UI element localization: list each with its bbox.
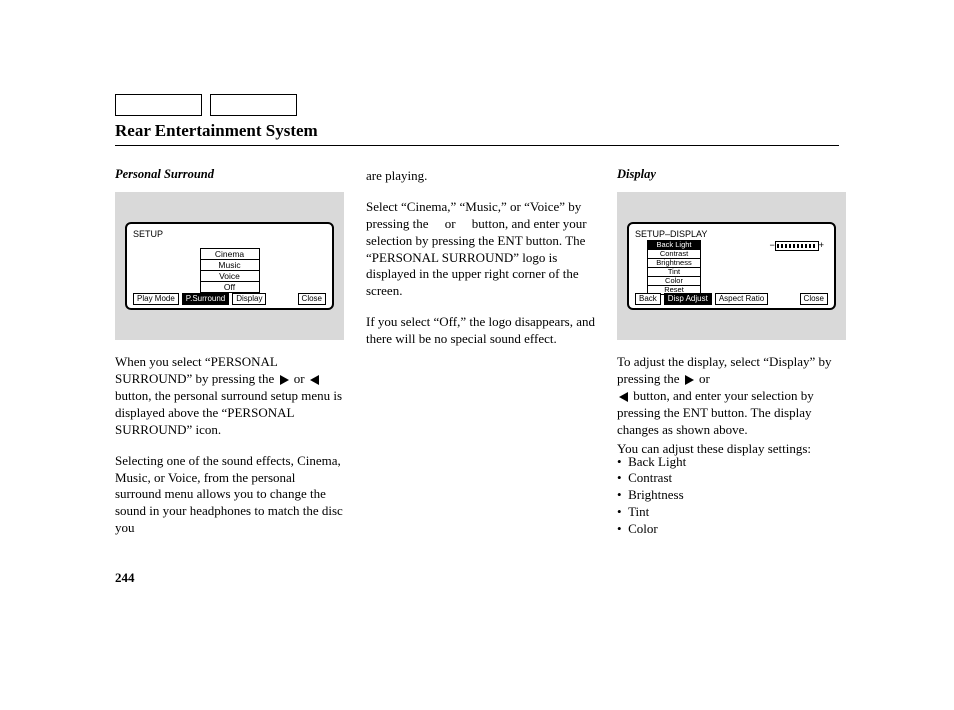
paragraph: When you select “PERSONAL SURROUND” by p… (115, 354, 344, 438)
slider-track (775, 241, 819, 251)
setup-screen: SETUP Cinema Music Voice Off Play Mode P… (125, 222, 334, 310)
display-list: Back Light Contrast Brightness Tint Colo… (647, 240, 701, 294)
tab-close: Close (298, 293, 326, 305)
section-heading-display: Display (617, 166, 846, 182)
tab-back: Back (635, 293, 661, 305)
list-item: Brightness (617, 487, 846, 504)
placeholder-box (210, 94, 297, 116)
plus-icon: + (819, 240, 824, 252)
slider-control: − + (769, 240, 824, 252)
column-2: are playing. Select “Cinema,” “Music,” o… (366, 166, 595, 551)
screen-tabs: Play Mode P.Surround Display Close (133, 293, 326, 305)
settings-list: Back Light Contrast Brightness Tint Colo… (617, 454, 846, 538)
screen-title: SETUP (133, 229, 163, 239)
screen-tabs: Back Disp Adjust Aspect Ratio Close (635, 293, 828, 305)
tab-disp-adjust: Disp Adjust (664, 293, 712, 305)
section-heading-personal-surround: Personal Surround (115, 166, 344, 182)
paragraph: To adjust the display, select “Display” … (617, 354, 846, 438)
page-number: 244 (115, 570, 135, 587)
menu-item: Off (200, 281, 260, 293)
text: button, the personal surround setup menu… (115, 388, 342, 437)
manual-page: Rear Entertainment System Personal Surro… (0, 0, 954, 710)
tab-display: Display (232, 293, 266, 305)
left-arrow-icon (310, 375, 319, 385)
surround-menu: Cinema Music Voice Off (200, 248, 260, 292)
paragraph: Select “Cinema,” “Music,” or “Voice” by … (366, 199, 595, 300)
tab-play-mode: Play Mode (133, 293, 179, 305)
text: or (294, 371, 305, 386)
paragraph: Selecting one of the sound effects, Cine… (115, 453, 344, 537)
screen-figure-display: SETUP–DISPLAY Back Light Contrast Bright… (617, 192, 846, 340)
text: To adjust the display, select “Display” … (617, 354, 832, 386)
right-arrow-icon (280, 375, 289, 385)
text: button, and enter your selection by pres… (617, 388, 814, 437)
paragraph: If you select “Off,” the logo disappears… (366, 314, 595, 348)
tab-aspect-ratio: Aspect Ratio (715, 293, 768, 305)
top-placeholder-boxes (115, 94, 297, 116)
column-3: Display SETUP–DISPLAY Back Light Contras… (617, 166, 846, 551)
paragraph: are playing. (366, 168, 595, 185)
list-item: Tint (617, 504, 846, 521)
placeholder-box (115, 94, 202, 116)
list-item: Color (617, 521, 846, 538)
tab-close: Close (800, 293, 828, 305)
screen-title: SETUP–DISPLAY (635, 229, 707, 239)
right-arrow-icon (685, 375, 694, 385)
text: When you select “PERSONAL SURROUND” by p… (115, 354, 277, 386)
screen-figure-personal-surround: SETUP Cinema Music Voice Off Play Mode P… (115, 192, 344, 340)
text: or (699, 371, 710, 386)
tab-p-surround: P.Surround (182, 293, 229, 305)
column-1: Personal Surround SETUP Cinema Music Voi… (115, 166, 344, 551)
setup-display-screen: SETUP–DISPLAY Back Light Contrast Bright… (627, 222, 836, 310)
left-arrow-icon (619, 392, 628, 402)
page-title: Rear Entertainment System (115, 120, 839, 146)
list-item: Contrast (617, 470, 846, 487)
